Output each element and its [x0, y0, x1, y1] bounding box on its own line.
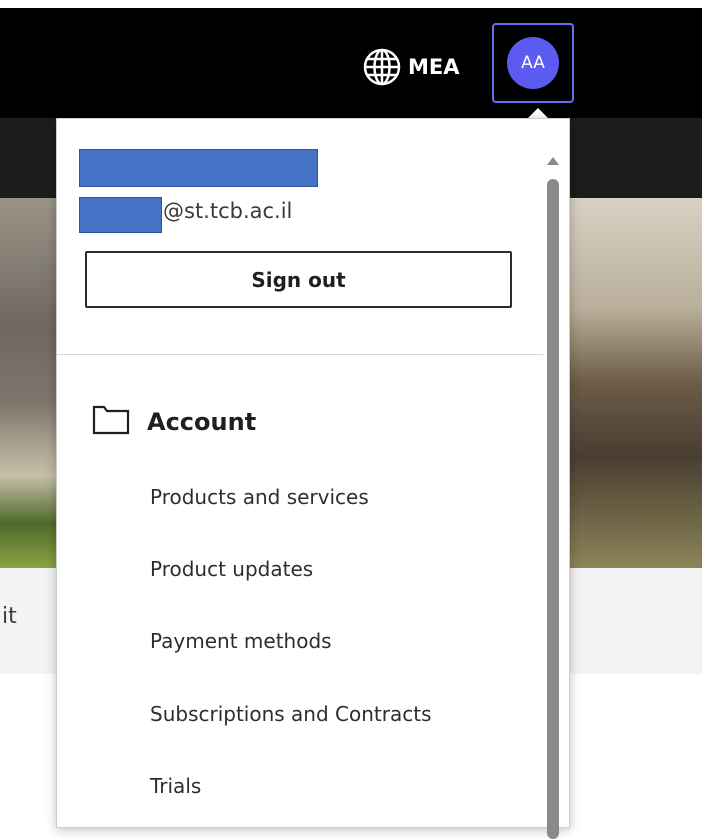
globe-icon	[362, 47, 402, 87]
email-domain: @st.tcb.ac.il	[163, 199, 293, 223]
folder-icon	[91, 403, 131, 441]
hero-image-right-edge	[570, 198, 702, 568]
dropdown-scrollbar[interactable]	[545, 149, 561, 839]
redacted-email-user	[79, 197, 162, 233]
scroll-up-arrow-icon[interactable]	[547, 157, 559, 165]
account-section-header: Account	[91, 403, 256, 441]
band-partial-text: it	[2, 604, 17, 629]
top-strip	[0, 0, 702, 8]
account-section-title: Account	[147, 408, 257, 436]
top-header	[0, 8, 702, 118]
region-label: MEA	[408, 55, 460, 79]
menu-divider	[57, 354, 543, 355]
avatar: AA	[507, 37, 559, 89]
account-dropdown: @st.tcb.ac.il Sign out Account Products …	[56, 118, 570, 839]
menu-item-subscriptions-and-contracts[interactable]: Subscriptions and Contracts	[150, 702, 431, 726]
menu-item-payment-methods[interactable]: Payment methods	[150, 629, 332, 653]
menu-item-trials[interactable]: Trials	[150, 774, 201, 798]
redacted-user-name	[79, 149, 318, 187]
sign-out-button[interactable]: Sign out	[85, 251, 512, 308]
profile-button[interactable]: AA	[492, 23, 574, 103]
region-selector-button[interactable]: MEA	[362, 47, 460, 87]
menu-item-products-and-services[interactable]: Products and services	[150, 485, 369, 509]
dropdown-caret	[528, 108, 548, 118]
scrollbar-thumb[interactable]	[547, 179, 559, 839]
hero-image-left-edge	[0, 198, 56, 568]
menu-item-product-updates[interactable]: Product updates	[150, 557, 313, 581]
